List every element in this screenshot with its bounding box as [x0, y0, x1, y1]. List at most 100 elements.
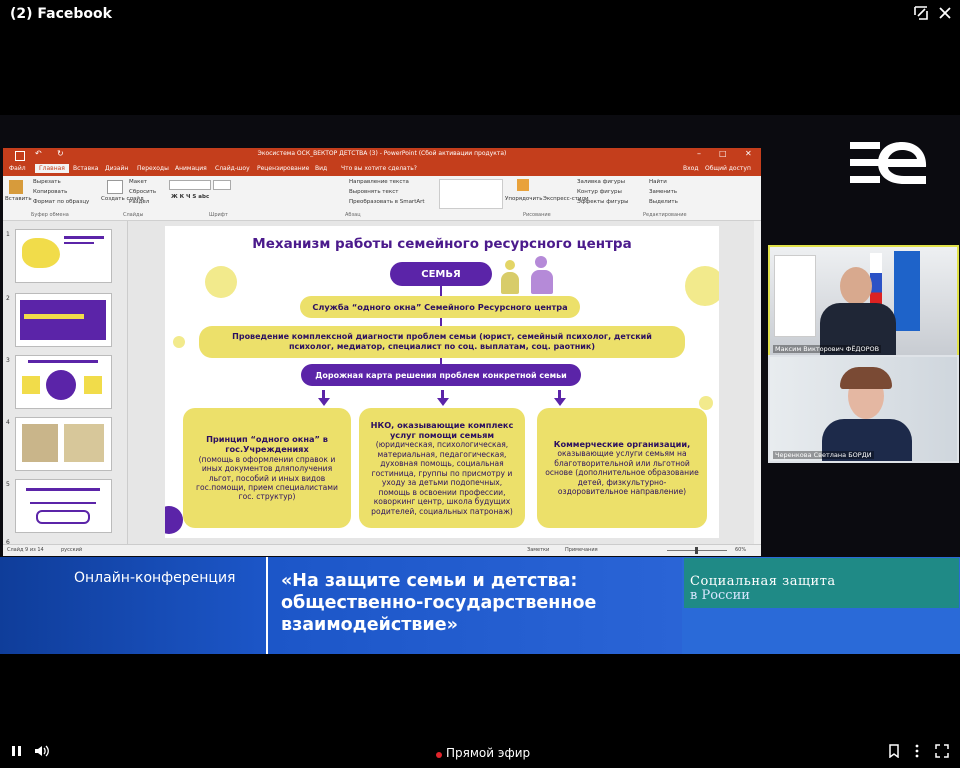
live-indicator: Прямой эфир — [446, 746, 531, 760]
window-title: (2) Facebook — [10, 6, 112, 22]
thumb-number: 2 — [6, 295, 10, 302]
sign-in-link[interactable]: Вход — [683, 165, 699, 172]
arrange-icon[interactable] — [517, 179, 529, 191]
tab-file[interactable]: Файл — [9, 165, 26, 172]
bold-italic-buttons[interactable]: Ж К Ч S abc — [171, 194, 209, 200]
redo-icon[interactable]: ↻ — [57, 149, 64, 158]
ppt-close-icon[interactable]: ✕ — [745, 149, 752, 158]
paste-icon[interactable] — [9, 180, 23, 194]
font-size-field[interactable] — [213, 180, 231, 190]
zoom-slider-thumb[interactable] — [695, 547, 698, 554]
paragraph-group-label: Абзац — [345, 212, 361, 218]
tell-me-input[interactable]: Что вы хотите сделать? — [341, 165, 417, 172]
slide-thumbnail[interactable] — [15, 355, 112, 409]
find-button[interactable]: Найти — [649, 179, 667, 185]
shape-fill-button[interactable]: Заливка фигуры — [577, 179, 625, 185]
tab-home[interactable]: Главная — [35, 164, 69, 173]
ppt-ribbon: Вставить Вырезать Копировать Формат по о… — [3, 176, 761, 221]
participant-name-label: Максим Викторович ФЁДОРОВ — [773, 345, 882, 353]
tab-animation[interactable]: Анимация — [175, 165, 207, 172]
shape-effects-button[interactable]: Эффекты фигуры — [577, 199, 629, 205]
decor-dot — [205, 266, 237, 298]
decor-dot — [173, 336, 185, 348]
tab-view[interactable]: Вид — [315, 165, 327, 172]
one-window-service-pill: Служба “одного окна” Семейного Ресурсног… — [300, 296, 580, 318]
copy-button[interactable]: Копировать — [33, 189, 67, 195]
participant-video-tile[interactable]: Черенкова Светлана БОРДИ — [768, 355, 959, 463]
participant-hair — [840, 367, 892, 389]
bookmark-icon[interactable] — [888, 744, 900, 762]
shape-outline-button[interactable]: Контур фигуры — [577, 189, 622, 195]
layout-button[interactable]: Макет — [129, 179, 147, 185]
ppt-title-text: Экосистема ОСК_ВЕКТОР ДЕТСТВА (3) - Powe… — [257, 150, 507, 157]
arrange-button[interactable]: Упорядочить — [505, 196, 543, 202]
tab-slideshow[interactable]: Слайд-шоу — [215, 165, 250, 172]
minimize-to-corner-icon[interactable] — [911, 5, 931, 25]
minimize-icon[interactable]: – — [697, 149, 701, 158]
cut-button[interactable]: Вырезать — [33, 179, 61, 185]
tab-transitions[interactable]: Переходы — [137, 165, 169, 172]
one-window-principle-box: Принцип “одного окна” в гос.Учреждениях … — [183, 408, 351, 528]
format-painter-button[interactable]: Формат по образцу — [33, 199, 89, 205]
view-buttons[interactable] — [613, 548, 653, 554]
vertical-scrollbar[interactable] — [754, 221, 761, 544]
ppt-title-bar: Экосистема ОСК_ВЕКТОР ДЕТСТВА (3) - Powe… — [3, 148, 761, 164]
fullscreen-icon[interactable] — [935, 744, 949, 762]
replace-button[interactable]: Заменить — [649, 189, 677, 195]
family-illustration — [495, 256, 565, 296]
thumb-number: 3 — [6, 357, 10, 364]
ppt-status-bar: Слайд 9 из 14 русский Заметки Примечания… — [3, 544, 761, 556]
box3-body: оказывающие услуги семьям на благотворит… — [545, 449, 699, 497]
section-button[interactable]: Раздел — [129, 199, 149, 205]
box1-title: Принцип “одного окна” в гос.Учреждениях — [206, 434, 328, 455]
font-name-field[interactable] — [169, 180, 211, 190]
decor-dot — [685, 266, 719, 306]
tab-insert[interactable]: Вставка — [73, 165, 98, 172]
conference-title-line: «На защите семьи и детства: — [281, 571, 578, 591]
close-icon[interactable] — [935, 5, 955, 25]
undo-icon[interactable]: ↶ — [35, 149, 42, 158]
down-arrow-icon — [317, 398, 330, 406]
volume-icon[interactable] — [34, 744, 50, 762]
maximize-icon[interactable]: □ — [719, 149, 727, 158]
tab-design[interactable]: Дизайн — [105, 165, 128, 172]
drawing-group-label: Рисование — [523, 212, 551, 218]
box2-title: НКО, оказывающие комплекс услуг помощи с… — [370, 419, 514, 441]
language-indicator[interactable]: русский — [61, 547, 82, 553]
slide-thumbnail[interactable] — [15, 229, 112, 283]
thumb-number: 5 — [6, 481, 10, 488]
new-slide-icon[interactable] — [107, 180, 123, 194]
pause-icon[interactable] — [10, 744, 24, 762]
editing-group-label: Редактирование — [643, 212, 687, 218]
family-pill: СЕМЬЯ — [390, 262, 492, 286]
text-direction-button[interactable]: Направление текста — [349, 179, 409, 185]
slide-counter: Слайд 9 из 14 — [7, 547, 44, 553]
slide-thumbnail[interactable] — [15, 293, 112, 347]
box2-body: (юридическая, психологическая, материаль… — [371, 440, 513, 516]
smartart-button[interactable]: Преобразовать в SmartArt — [349, 199, 425, 205]
save-icon[interactable] — [15, 151, 25, 161]
tab-review[interactable]: Рецензирование — [257, 165, 309, 172]
paste-label[interactable]: Вставить — [5, 196, 32, 202]
zoom-level[interactable]: 60% — [735, 547, 746, 553]
box1-body: (помощь в оформлении справок и иных доку… — [196, 454, 338, 502]
shapes-gallery[interactable] — [439, 179, 503, 209]
box3-title: Коммерческие организации, — [553, 439, 691, 450]
more-icon[interactable] — [914, 744, 920, 762]
whiteboard-banner — [774, 255, 816, 337]
thumb-number: 4 — [6, 419, 10, 426]
down-arrow-icon — [553, 398, 566, 406]
slide-thumbnail[interactable] — [15, 417, 112, 471]
participant-video-tile[interactable]: Максим Викторович ФЁДОРОВ — [768, 245, 959, 357]
org-subname: в России — [690, 588, 750, 603]
share-button[interactable]: Общий доступ — [705, 165, 751, 172]
current-slide: Механизм работы семейного ресурсного цен… — [165, 226, 719, 538]
reset-button[interactable]: Сбросить — [129, 189, 156, 195]
align-text-button[interactable]: Выровнять текст — [349, 189, 398, 195]
select-button[interactable]: Выделить — [649, 199, 678, 205]
slide-thumbnail[interactable] — [15, 479, 112, 533]
notes-button[interactable]: Заметки — [527, 547, 549, 553]
conference-title: «На защите семьи и детства: общественно-… — [281, 570, 596, 636]
comments-button[interactable]: Примечания — [565, 547, 598, 553]
participant-face — [840, 267, 872, 305]
